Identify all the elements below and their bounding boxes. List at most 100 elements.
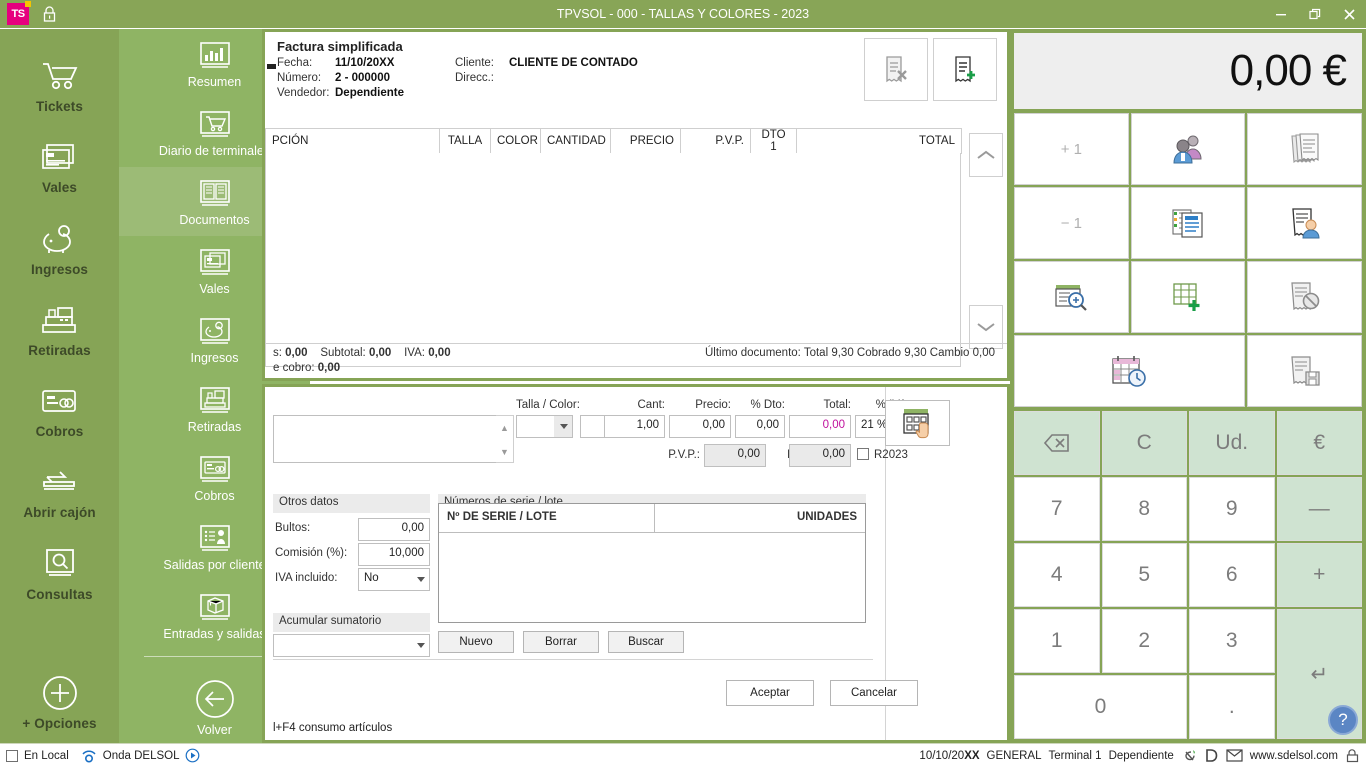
flyout-item-label: Cobros xyxy=(194,488,235,503)
box-icon xyxy=(195,591,235,625)
bultos-input[interactable]: 0,00 xyxy=(358,518,430,541)
receipt-cancel-button[interactable] xyxy=(1247,261,1362,333)
help-button[interactable]: ? xyxy=(1328,705,1358,735)
sidebar-item-label: Ingresos xyxy=(30,261,89,277)
key-minus[interactable]: — xyxy=(1276,477,1362,541)
sidebar-item-retiradas[interactable]: Retiradas xyxy=(0,289,119,370)
alpha-icon[interactable] xyxy=(1181,748,1197,763)
key-plus[interactable]: + xyxy=(1276,543,1362,607)
keyboard-hint: l+F4 consumo artículos xyxy=(273,722,393,734)
key-1[interactable]: 1 xyxy=(1014,609,1100,673)
talla-color-label: Talla / Color: xyxy=(516,399,580,411)
sidebar-item-label: Consultas xyxy=(26,586,93,602)
key-9[interactable]: 9 xyxy=(1189,477,1275,541)
key-decimal[interactable]: . xyxy=(1189,675,1275,739)
lines-body[interactable] xyxy=(265,153,961,367)
clientlist-icon xyxy=(195,522,235,556)
key-label: — xyxy=(1308,497,1330,520)
minus-one-button[interactable]: − 1 xyxy=(1014,187,1129,259)
key-label: 0 xyxy=(1094,695,1107,718)
documents-stack-button[interactable] xyxy=(1130,187,1246,259)
borrar-button[interactable]: Borrar xyxy=(523,631,599,653)
key-4[interactable]: 4 xyxy=(1014,543,1100,607)
iva-incluido-value: No xyxy=(364,572,379,584)
key-0[interactable]: 0 xyxy=(1014,675,1187,739)
key-8[interactable]: 8 xyxy=(1101,477,1187,541)
acumular-select[interactable] xyxy=(273,634,430,657)
nuevo-button[interactable]: Nuevo xyxy=(438,631,514,653)
total-input[interactable]: 0,00 xyxy=(789,415,851,438)
cant-label: Cant: xyxy=(637,399,666,411)
close-button[interactable] xyxy=(1332,0,1366,28)
mail-icon[interactable] xyxy=(1226,749,1243,762)
document-search-button[interactable] xyxy=(1014,261,1129,333)
cant-input[interactable]: 1,00 xyxy=(604,415,665,438)
sidebar-item-vales[interactable]: Vales xyxy=(0,126,119,207)
grid-touch-icon xyxy=(902,409,929,439)
key-2[interactable]: 2 xyxy=(1101,609,1187,673)
r2023-checkbox[interactable] xyxy=(857,448,869,460)
comision-input[interactable]: 10,000 xyxy=(358,543,430,566)
website-link[interactable]: www.sdelsol.com xyxy=(1250,750,1338,762)
description-spinner[interactable]: ▲ ▼ xyxy=(496,415,514,463)
key-units[interactable]: Ud. xyxy=(1189,411,1275,475)
cancelar-button[interactable]: Cancelar xyxy=(830,680,918,706)
sidebar-item-abrir-cajon[interactable]: Abrir cajón xyxy=(0,451,119,532)
piggybank-icon xyxy=(195,315,235,349)
plus-one-button[interactable]: + 1 xyxy=(1014,113,1129,185)
key-7[interactable]: 7 xyxy=(1014,477,1100,541)
lock-icon[interactable] xyxy=(1345,748,1360,763)
maximize-button[interactable] xyxy=(1298,0,1332,28)
sidebar-item-tickets[interactable]: Tickets xyxy=(0,45,119,126)
precio-input[interactable]: 0,00 xyxy=(669,415,731,438)
key-6[interactable]: 6 xyxy=(1189,543,1275,607)
document-scrollbar[interactable] xyxy=(969,133,1003,349)
aceptar-button[interactable]: Aceptar xyxy=(726,680,814,706)
description-input[interactable] xyxy=(273,415,497,463)
serial-header-row: Nº DE SERIE / LOTE UNIDADES xyxy=(439,504,865,533)
iva-incluido-select[interactable]: No xyxy=(358,568,430,591)
sidebar-item-cobros[interactable]: Cobros xyxy=(0,370,119,451)
receipts-stack-button[interactable] xyxy=(1247,113,1362,185)
d-icon[interactable] xyxy=(1204,748,1219,763)
dto-input[interactable]: 0,00 xyxy=(735,415,785,438)
key-3[interactable]: 3 xyxy=(1189,609,1275,673)
serial-numbers-table[interactable]: Nº DE SERIE / LOTE UNIDADES xyxy=(438,503,866,623)
buscar-button[interactable]: Buscar xyxy=(608,631,684,653)
serial-col-number: Nº DE SERIE / LOTE xyxy=(439,504,655,532)
spinner-down-icon[interactable]: ▼ xyxy=(496,440,513,464)
new-document-button[interactable] xyxy=(933,38,997,101)
talla-select[interactable] xyxy=(516,415,573,438)
table-add-button[interactable] xyxy=(1130,261,1246,333)
key-label: 2 xyxy=(1138,629,1151,652)
grid-touch-button[interactable] xyxy=(885,400,950,446)
card-icon xyxy=(39,382,81,420)
spinner-up-icon[interactable]: ▲ xyxy=(496,416,513,440)
status-bar: En Local Onda DELSOL 10/10/20XX GENERAL … xyxy=(0,743,1366,766)
lock-icon[interactable] xyxy=(37,5,61,23)
vendedor-value: Dependiente xyxy=(335,87,405,99)
delete-document-button[interactable] xyxy=(864,38,928,101)
calendar-clock-button[interactable] xyxy=(1014,335,1246,407)
onda-delsol-icon xyxy=(81,749,97,763)
key-clear[interactable]: C xyxy=(1101,411,1187,475)
sidebar-item-consultas[interactable]: Consultas xyxy=(0,533,119,614)
receipt-delete-icon xyxy=(886,55,907,82)
key-label: . xyxy=(1228,695,1235,718)
col-color: COLOR xyxy=(490,128,541,154)
customers-button[interactable] xyxy=(1130,113,1246,185)
document-panel-frame: Factura simplificada Fecha: 11/10/20XX C… xyxy=(262,29,1010,381)
receipt-person-button[interactable] xyxy=(1247,187,1362,259)
sidebar-item-ingresos[interactable]: Ingresos xyxy=(0,208,119,289)
receipt-save-button[interactable] xyxy=(1247,335,1362,407)
status-terminal: Terminal 1 xyxy=(1048,749,1102,762)
key-euro[interactable]: € xyxy=(1276,411,1362,475)
key-backspace[interactable] xyxy=(1014,411,1100,475)
key-5[interactable]: 5 xyxy=(1101,543,1187,607)
sidebar-item-label: Tickets xyxy=(36,99,83,115)
play-icon[interactable] xyxy=(185,748,200,763)
scroll-up-button[interactable] xyxy=(969,133,1003,177)
minimize-button[interactable] xyxy=(1264,0,1298,28)
en-local-checkbox[interactable] xyxy=(6,749,18,762)
sidebar-item-opciones[interactable]: + Opciones xyxy=(0,662,119,743)
